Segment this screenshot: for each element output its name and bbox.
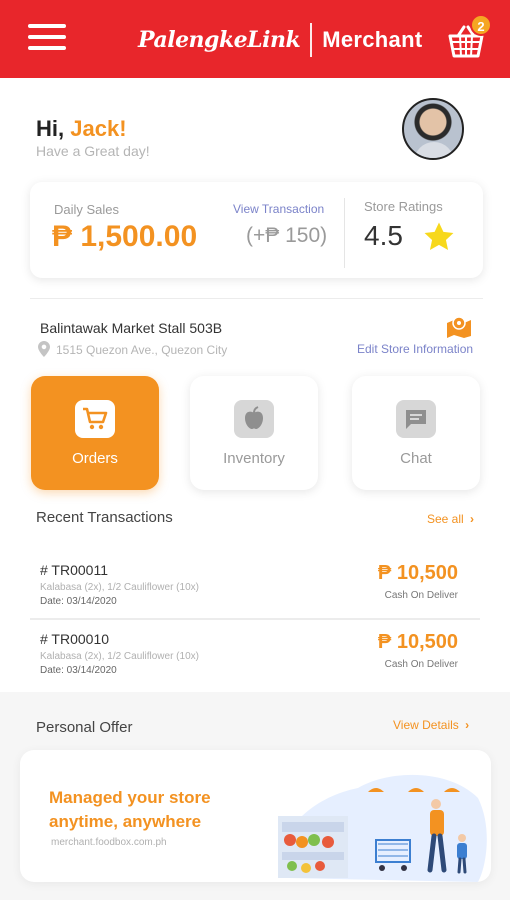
transaction-id: # TR00010 [40,631,110,647]
transaction-row[interactable]: # TR00010 Kalabasa (2x), 1/2 Cauliflower… [30,619,480,689]
transaction-id: # TR00011 [40,562,108,578]
store-address: 1515 Quezon Ave., Quezon City [56,343,228,357]
sales-summary-card: Daily Sales ₱ 1,500.00 View Transaction … [30,182,483,278]
app-logo: PalengkeLink Merchant [138,20,422,60]
greeting-name: Jack! [70,116,127,141]
card-divider [344,198,345,268]
payment-method: Cash On Deliver [384,590,458,601]
orders-tile[interactable]: Orders [31,376,159,490]
payment-method: Cash On Deliver [384,659,458,670]
greeting-heading: Hi, Jack! [36,116,127,142]
greeting-subtitle: Have a Great day! [36,143,150,159]
inventory-tile[interactable]: Inventory [190,376,318,490]
store-rating-value: 4.5 [364,220,403,251]
sales-delta: (+₱ 150) [246,224,328,247]
transaction-date: Date: 03/14/2020 [40,665,117,676]
cart-icon [75,400,115,438]
view-transaction-link[interactable]: View Transaction [233,202,324,216]
cart-count-badge: 2 [470,14,492,36]
transaction-amount: ₱ 10,500 [377,562,458,584]
edit-store-link[interactable]: Edit Store Information [357,342,473,356]
see-all-link[interactable]: See all › [427,512,474,526]
divider [30,298,483,299]
app-header: PalengkeLink Merchant 2 [0,0,510,78]
transaction-row[interactable]: # TR00011 Kalabasa (2x), 1/2 Cauliflower… [30,550,480,620]
chevron-right-icon: › [465,718,470,732]
daily-sales-label: Daily Sales [54,202,120,217]
chevron-right-icon: › [470,512,475,526]
recent-transactions-title: Recent Transactions [36,509,173,526]
chat-tile[interactable]: Chat [352,376,480,490]
personal-offer-title: Personal Offer [36,719,133,736]
daily-sales-value: ₱ 1,500.00 [52,220,198,253]
logo-section-label: Merchant [322,27,423,52]
greeting-hi: Hi, [36,116,65,141]
inventory-label: Inventory [223,450,285,467]
logo-wordmark: PalengkeLink [138,27,301,53]
location-pin-icon [38,341,50,357]
transaction-amount: ₱ 10,500 [377,631,458,653]
view-details-label: View Details [393,718,459,732]
see-all-label: See all [427,512,464,526]
shopping-illustration [278,774,487,882]
store-name: Balintawak Market Stall 503B [40,320,223,336]
offer-banner[interactable]: Managed your store anytime, anywhere mer… [20,750,491,882]
logo-divider [310,23,313,57]
transaction-items: Kalabasa (2x), 1/2 Cauliflower (10x) [40,651,199,662]
star-icon [424,222,454,251]
store-ratings-label: Store Ratings [364,199,443,214]
chat-icon [396,400,436,438]
offer-url: merchant.foodbox.com.ph [51,837,167,848]
view-details-link[interactable]: View Details › [393,718,469,732]
chat-label: Chat [400,450,432,467]
map-icon[interactable] [446,316,472,338]
orders-label: Orders [72,450,118,467]
apple-icon [234,400,274,438]
transactions-list: # TR00011 Kalabasa (2x), 1/2 Cauliflower… [0,540,510,692]
offer-headline: Managed your store anytime, anywhere [49,788,211,831]
avatar[interactable] [402,98,464,160]
menu-icon[interactable] [28,24,66,50]
transaction-date: Date: 03/14/2020 [40,596,117,607]
transaction-items: Kalabasa (2x), 1/2 Cauliflower (10x) [40,582,199,593]
